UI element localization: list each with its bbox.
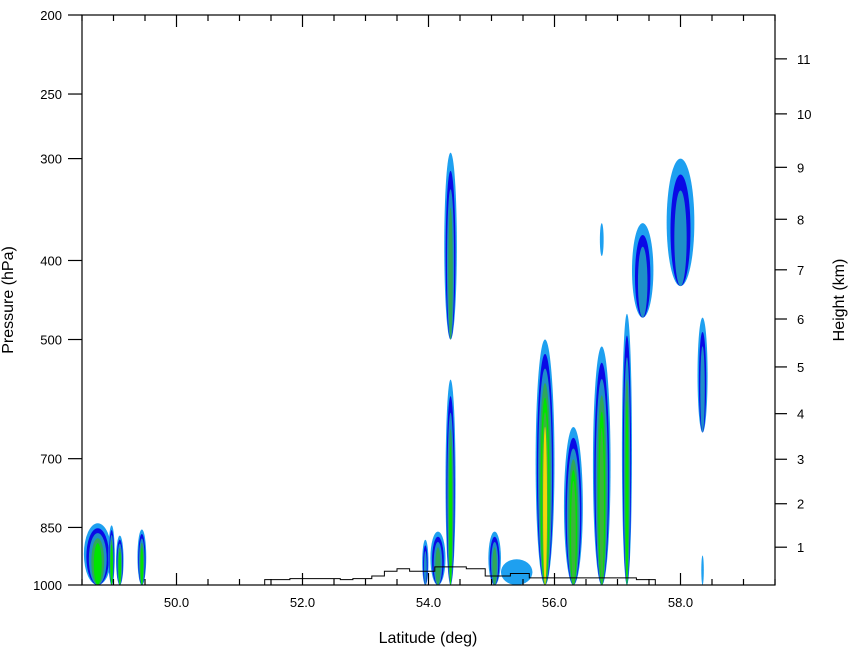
x-tick-label: 54.0 [416,595,441,610]
pressure-tick-label: 250 [40,87,62,102]
contour-cell [83,523,112,585]
right-y-axis-title: Height (km) [831,259,848,342]
contour-cell [116,535,124,585]
height-tick-label: 2 [797,497,804,512]
contour-cell [666,158,695,287]
height-tick-label: 10 [797,107,811,122]
x-axis-title: Latitude (deg) [379,630,478,647]
contour-level-4 [492,547,497,585]
pressure-tick-label: 700 [40,452,62,467]
pressure-tick-label: 1000 [33,578,62,593]
contour-level-5 [625,400,629,585]
x-tick-label: 58.0 [668,595,693,610]
contour-cell [500,559,533,585]
height-tick-label: 4 [797,407,804,422]
pressure-tick-label: 850 [40,520,62,535]
x-tick-label: 52.0 [290,595,315,610]
contour-level-4 [448,207,453,340]
contour-cell [621,313,632,585]
contour-cell [701,555,704,585]
pressure-tick-label: 300 [40,152,62,167]
contour-level-5 [110,544,113,585]
pressure-tick-label: 500 [40,333,62,348]
contour-cell [697,317,708,433]
contour-cell [445,379,456,585]
contour-level-3 [637,246,648,318]
contour-level-3 [700,346,705,433]
contour-level-1 [701,555,704,585]
contour-level-1 [500,559,533,585]
contour-level-6 [571,480,576,585]
height-tick-label: 5 [797,360,804,375]
contour-chart: 50.0 52.0 54.0 56.0 58.0 1000 850 700 500 400 300 2… [0,0,850,650]
contour-cell [535,339,555,585]
contour-level-1 [599,223,604,257]
pressure-tick-label: 200 [40,8,62,23]
x-tick-label: 50.0 [164,595,189,610]
contour-cell [108,525,115,585]
height-tick-label: 9 [797,160,804,175]
height-tick-label: 8 [797,212,804,227]
pressure-tick-label: 400 [40,253,62,268]
contour-cell [592,346,611,585]
contour-cell [631,223,654,318]
height-tick-label: 3 [797,452,804,467]
contour-cell [137,529,147,585]
left-y-axis-title: Pressure (hPa) [0,246,17,354]
contour-cell [563,426,583,585]
contour-cell [599,223,604,257]
height-tick-label: 6 [797,312,804,327]
contour-cell [444,152,457,340]
contour-level-5 [93,543,102,585]
contour-cell [488,531,501,585]
contour-level-7 [543,426,548,585]
contour-level-5 [449,445,452,585]
height-tick-label: 1 [797,540,804,555]
contour-cell [422,539,429,585]
contour-level-3 [674,190,687,287]
contour-level-6 [599,427,604,585]
contour-level-3 [423,551,427,585]
contour-level-5 [140,547,144,585]
contour-level-4 [435,547,441,585]
x-tick-label: 56.0 [542,595,567,610]
height-tick-label: 7 [797,263,804,278]
contour-cell [430,531,446,585]
height-tick-label: 11 [797,52,811,67]
contour-level-5 [118,551,121,585]
